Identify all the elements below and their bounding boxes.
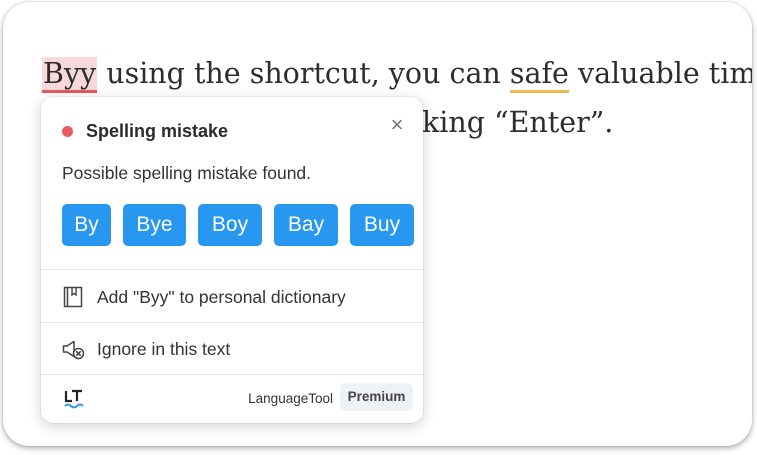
suggestion-list: By Bye Boy Bay Buy xyxy=(62,204,414,246)
premium-button[interactable]: Premium xyxy=(340,383,413,411)
add-to-dictionary-label: Add "Byy" to personal dictionary xyxy=(97,286,346,307)
popup-message: Possible spelling mistake found. xyxy=(62,163,312,183)
suggestion-button[interactable]: Buy xyxy=(350,204,414,246)
suggestion-button[interactable]: Bay xyxy=(274,204,338,246)
misspelled-word[interactable]: Byy xyxy=(42,57,98,93)
add-to-dictionary-button[interactable]: Add "Byy" to personal dictionary xyxy=(41,271,423,323)
editor-text-segment: valuable time. xyxy=(577,57,752,90)
suggestion-button[interactable]: Boy xyxy=(198,204,262,246)
close-icon[interactable]: × xyxy=(385,113,409,137)
editor-text-segment: king “Enter”. xyxy=(422,106,614,139)
brand-name: LanguageTool xyxy=(248,391,333,406)
languagetool-logo-icon xyxy=(64,389,84,409)
megaphone-mute-icon xyxy=(62,340,85,360)
popup-title: Spelling mistake xyxy=(86,121,229,141)
error-dot-icon xyxy=(62,126,73,137)
spelling-suggestion-popup: Spelling mistake × Possible spelling mis… xyxy=(41,97,423,423)
suggestion-button[interactable]: By xyxy=(62,204,111,246)
editor-card: Byy using the shortcut, you can safe val… xyxy=(3,2,752,446)
popup-footer: LanguageTool Premium xyxy=(41,375,423,423)
style-issue-word[interactable]: safe xyxy=(509,57,569,93)
editor-text-line-2[interactable]: king “Enter”. xyxy=(422,103,613,143)
divider xyxy=(41,269,423,270)
suggestion-button[interactable]: Bye xyxy=(123,204,186,246)
ignore-in-text-button[interactable]: Ignore in this text xyxy=(41,323,423,375)
ignore-in-text-label: Ignore in this text xyxy=(97,338,231,359)
editor-text-segment: using the shortcut, you can xyxy=(97,57,510,90)
editor-text-line-1[interactable]: Byy using the shortcut, you can safe val… xyxy=(42,54,752,94)
popup-header: Spelling mistake xyxy=(62,121,228,142)
book-icon xyxy=(63,286,83,308)
